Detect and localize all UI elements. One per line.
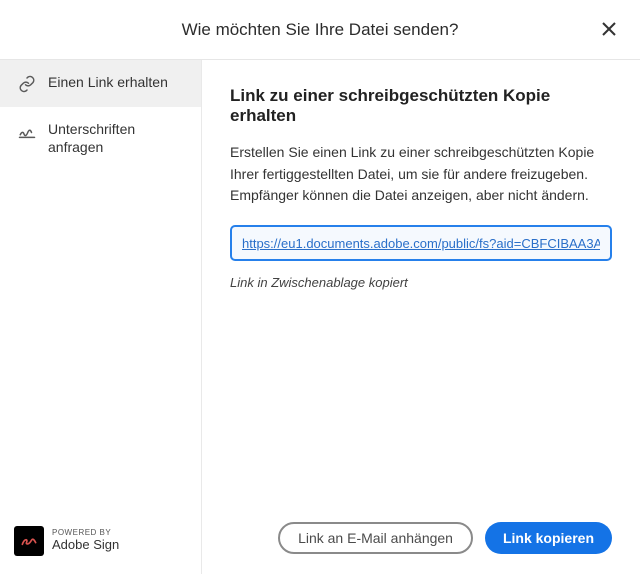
adobe-sign-badge: [14, 526, 44, 556]
main-spacer: [230, 290, 612, 522]
powered-brand: Adobe Sign: [52, 538, 119, 552]
dialog-body: Einen Link erhalten Unterschriften anfra…: [0, 60, 640, 574]
adobe-sign-icon: [19, 531, 39, 551]
link-icon: [18, 75, 36, 93]
sidebar-item-label: Unterschriften anfragen: [48, 121, 187, 156]
sidebar-item-get-link[interactable]: Einen Link erhalten: [0, 60, 201, 107]
share-link-input[interactable]: [230, 225, 612, 261]
panel-description: Erstellen Sie einen Link zu einer schrei…: [230, 142, 612, 207]
attach-email-button[interactable]: Link an E-Mail anhängen: [278, 522, 473, 554]
powered-by: POWERED BY Adobe Sign: [0, 514, 201, 574]
sidebar-spacer: [0, 170, 201, 514]
copied-status: Link in Zwischenablage kopiert: [230, 275, 612, 290]
sidebar-item-request-signatures[interactable]: Unterschriften anfragen: [0, 107, 201, 170]
footer-buttons: Link an E-Mail anhängen Link kopieren: [230, 522, 612, 554]
signature-icon: [18, 122, 36, 140]
copy-link-button[interactable]: Link kopieren: [485, 522, 612, 554]
main-panel: Link zu einer schreibgeschützten Kopie e…: [202, 60, 640, 574]
send-file-dialog: Wie möchten Sie Ihre Datei senden? Einen…: [0, 0, 640, 574]
sidebar: Einen Link erhalten Unterschriften anfra…: [0, 60, 202, 574]
dialog-title: Wie möchten Sie Ihre Datei senden?: [182, 20, 459, 40]
close-button[interactable]: [598, 18, 620, 40]
sidebar-item-label: Einen Link erhalten: [48, 74, 168, 92]
powered-text: POWERED BY Adobe Sign: [52, 529, 119, 552]
close-icon: [601, 21, 617, 37]
panel-heading: Link zu einer schreibgeschützten Kopie e…: [230, 86, 612, 126]
dialog-header: Wie möchten Sie Ihre Datei senden?: [0, 0, 640, 60]
